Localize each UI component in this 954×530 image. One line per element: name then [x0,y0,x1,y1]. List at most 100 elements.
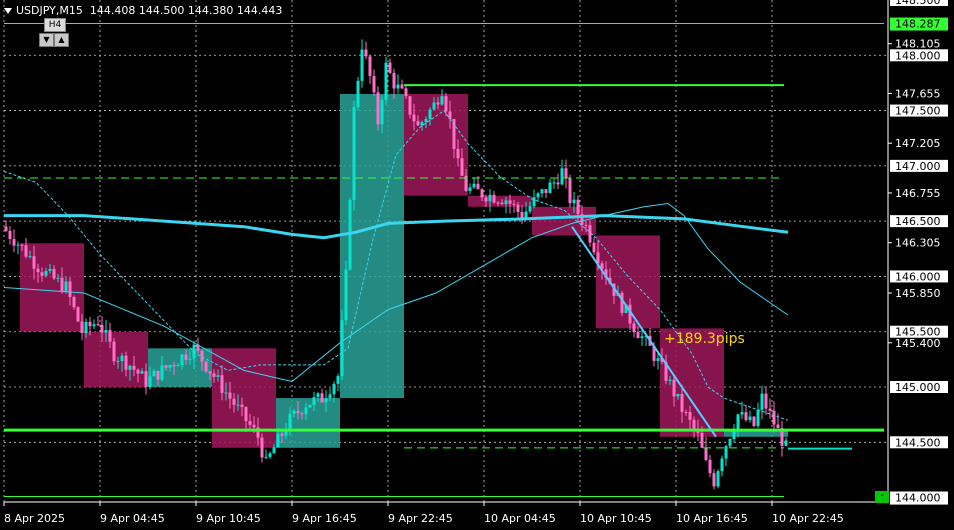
candle-body [760,393,764,410]
candle-body [368,56,372,77]
timeframe-down-button[interactable]: ▼ [39,33,54,47]
candle-body [216,375,220,377]
pips-annotation: +189.3pips [664,331,745,347]
candle-body [188,358,192,360]
time-axis-label: 9 Apr 16:45 [292,512,357,525]
candle-body [732,430,736,440]
candle-body [376,92,380,125]
candle-body [500,202,504,205]
price-axis-label: 145.000 [895,381,941,394]
candle-body [172,365,176,367]
candle-body [88,321,92,327]
candle-body [400,84,404,89]
candle-body [304,407,308,415]
candle-body [56,277,60,279]
candle-body [720,458,724,472]
candle-body [744,412,748,421]
chart-corner-button[interactable]: - [875,491,889,503]
candle-body [152,370,156,377]
candle-body [688,411,692,420]
candle-body [440,96,444,105]
candle-body [280,433,284,436]
symbol-label: USDJPY,M15 [16,4,83,17]
candle-body [32,256,36,269]
candle-body [676,393,680,397]
candle-body [104,329,108,333]
candle-body [488,194,492,202]
price-tag-highlight: 144.000 [895,492,941,505]
candle-body [8,230,12,239]
price-axis-label: 145.400 [895,337,941,350]
time-axis-label: 9 Apr 04:45 [100,512,165,525]
candle-body [244,407,248,422]
h4-candle-box [468,195,532,207]
candle-body [752,416,756,426]
candle-body [64,281,68,292]
candle-body [4,226,8,231]
candle-body [532,197,536,207]
candle-body [492,194,496,203]
candle-body [636,332,640,339]
candle-body [512,203,516,205]
candle-body [52,268,56,279]
price-axis-label: 144.500 [895,436,941,449]
time-axis-label: 10 Apr 16:45 [676,512,748,525]
candle-body [204,361,208,372]
candle-body [416,121,420,126]
price-axis-label: 147.500 [895,105,941,118]
candle-body [160,365,164,380]
dropdown-triangle-icon[interactable] [4,8,12,14]
candle-body [672,379,676,397]
candle-body [632,323,636,333]
candle-body [552,182,556,184]
candle-body [408,96,412,115]
candle-body [28,256,32,258]
candle-body [272,447,276,454]
candle-body [24,245,28,257]
candle-body [212,373,216,377]
candle-body [716,471,720,487]
price-tag-highlight: 148.287 [895,18,941,31]
candle-body [384,62,388,100]
candle-body [680,393,684,412]
candle-body [728,439,732,447]
high-value: 144.500 [138,4,185,17]
candle-body [356,80,360,108]
candle-body [164,365,168,368]
candle-body [572,199,576,204]
candle-body [436,102,440,105]
candle-body [76,307,80,322]
candle-body [176,364,180,367]
candle-body [480,189,484,198]
candle-body [284,431,288,436]
candle-body [380,99,384,125]
candle-body [460,158,464,176]
candle-body [296,410,300,414]
candle-body [448,111,452,119]
price-axis-label: 146.500 [895,215,941,228]
candle-body [756,409,760,426]
candle-body [404,88,408,97]
candle-body [220,375,224,393]
candle-body [456,148,460,159]
candle-body [508,200,512,204]
candle-body [476,183,480,190]
candle-body [112,341,116,362]
candle-body [392,72,396,89]
time-axis-label: 10 Apr 04:45 [484,512,556,525]
candle-body [200,350,204,362]
candle-body [516,204,520,213]
candle-body [528,206,532,212]
candle-body [736,414,740,431]
low-value: 144.380 [187,4,234,17]
time-axis-label: 10 Apr 22:45 [772,512,844,525]
price-axis-label: 148.500 [895,0,941,7]
candle-body [764,393,768,409]
candle-body [328,394,332,399]
price-chart[interactable]: +189.3pips148.500148.105148.000147.65514… [0,0,954,530]
candle-body [372,76,376,93]
timeframe-up-button[interactable]: ▲ [54,33,69,47]
candle-body [36,268,40,273]
candle-body [772,410,776,425]
candle-body [236,404,240,406]
